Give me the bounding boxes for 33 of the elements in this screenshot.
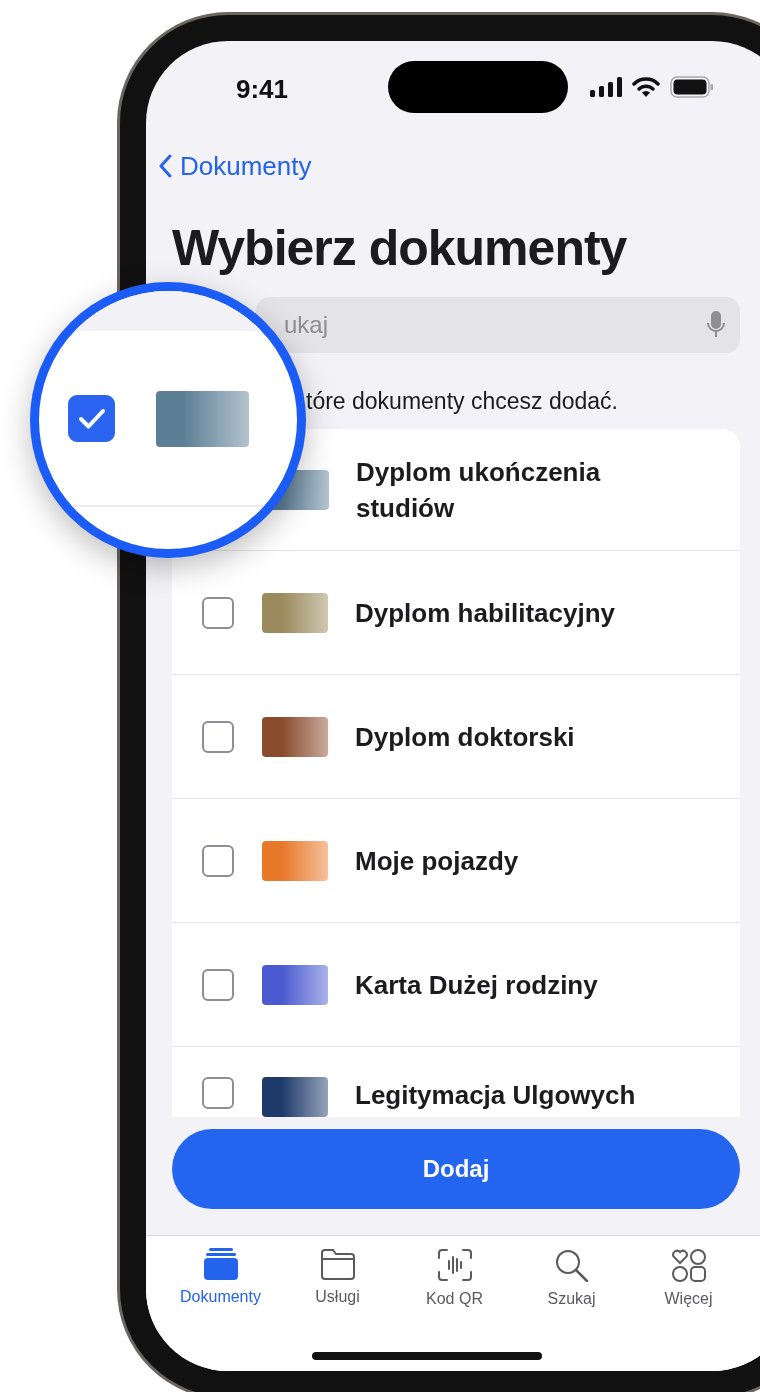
checkbox[interactable] [202, 596, 234, 629]
wifi-icon [632, 77, 660, 97]
add-button[interactable]: Dodaj [172, 1129, 740, 1209]
check-icon [77, 407, 106, 430]
folder-icon [319, 1248, 356, 1280]
heart-grid-icon [670, 1248, 707, 1282]
back-link[interactable]: Dokumenty [158, 150, 312, 182]
status-time: 9:41 [234, 73, 289, 105]
tab-item[interactable]: Więcej [630, 1248, 747, 1344]
scan-icon [436, 1248, 473, 1282]
document-name: Dyplom habilitacyjny [355, 596, 616, 630]
checkbox[interactable] [202, 720, 234, 753]
tab-item[interactable]: Kod QR [396, 1248, 513, 1344]
instruction-text: tóre dokumenty chcesz dodać. [306, 387, 619, 416]
document-name: Dyplom ukończenia studiów [356, 455, 602, 525]
tab-item[interactable]: Usługi [279, 1248, 396, 1344]
document-name: Legitymacja Ulgowych [355, 1079, 636, 1112]
search-icon [553, 1248, 590, 1282]
tab-item[interactable]: Dokumenty [162, 1248, 279, 1344]
checkbox[interactable] [202, 844, 234, 877]
checkbox[interactable] [202, 1077, 234, 1109]
microphone-icon[interactable] [706, 310, 726, 340]
battery-icon [670, 76, 714, 98]
checkbox[interactable] [202, 968, 234, 1001]
tab-item[interactable]: Szukaj [513, 1248, 630, 1344]
signal-icon [590, 77, 622, 97]
document-name: Dyplom doktorski [355, 720, 575, 754]
document-name: Moje pojazdy [355, 844, 519, 878]
search-field[interactable]: ukaj [256, 297, 740, 353]
card-stack-icon [202, 1248, 239, 1280]
document-name: Karta Dużej rodziny [355, 968, 598, 1002]
page-title: Wybierz dokumenty [172, 219, 628, 278]
chevron-left-icon [158, 154, 172, 178]
